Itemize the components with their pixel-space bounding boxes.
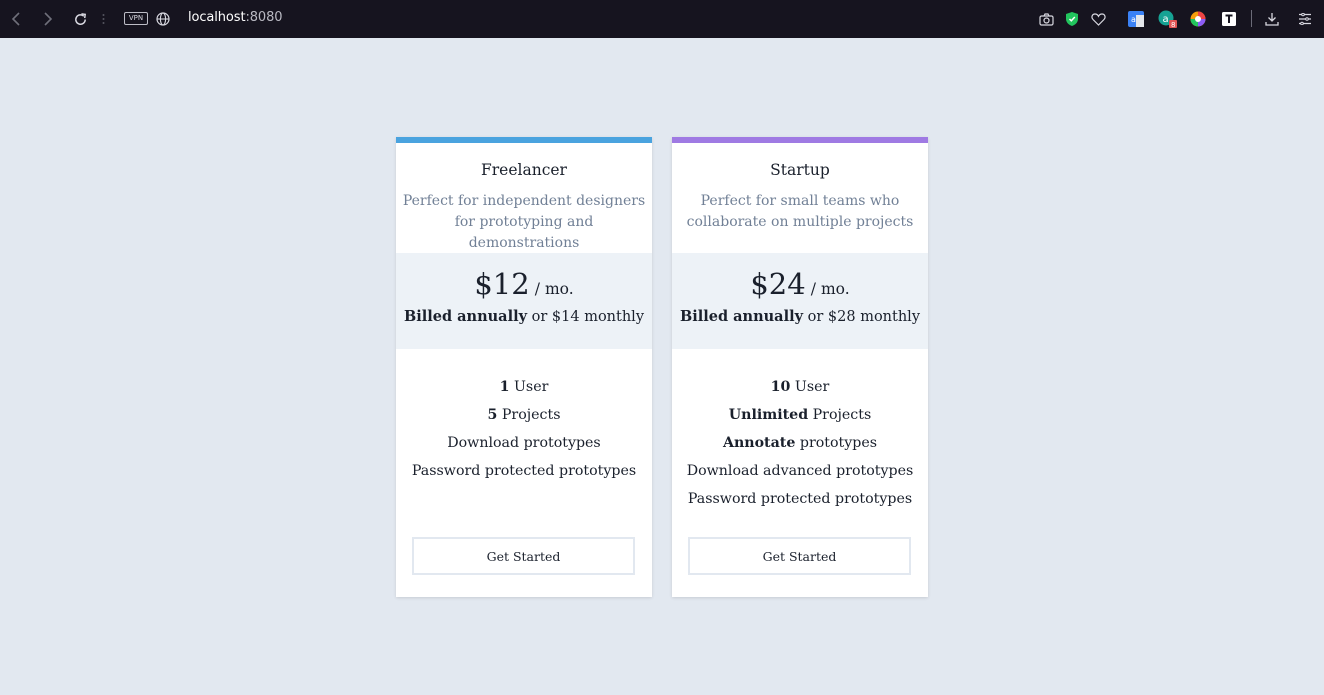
feature-list: 10 User Unlimited Projects Annotate prot… — [672, 373, 928, 513]
card-accent-bar — [396, 137, 652, 143]
plan-name: Startup — [770, 161, 830, 179]
plan-name: Freelancer — [481, 161, 567, 179]
more-dots-icon — [100, 0, 106, 38]
svg-text:a: a — [1131, 15, 1136, 24]
reader-icon[interactable] — [1221, 0, 1237, 38]
forward-icon[interactable] — [40, 0, 56, 38]
heart-icon[interactable] — [1090, 0, 1106, 38]
reload-icon[interactable] — [72, 0, 88, 38]
browser-toolbar: VPN localhost:8080 a a8 — [0, 0, 1324, 38]
globe-icon — [155, 0, 171, 38]
extension-icon[interactable]: a8 — [1158, 0, 1178, 38]
address-bar[interactable]: localhost:8080 — [188, 10, 283, 25]
url-port: :8080 — [245, 10, 283, 25]
url-host: localhost — [188, 10, 246, 25]
feature-item: Unlimited Projects — [728, 407, 872, 423]
translate-icon[interactable]: a — [1127, 0, 1145, 38]
menu-icon[interactable] — [1297, 0, 1313, 38]
color-wheel-icon[interactable] — [1189, 0, 1207, 38]
get-started-button[interactable]: Get Started — [412, 537, 635, 575]
camera-icon[interactable] — [1038, 0, 1054, 38]
toolbar-separator — [1251, 10, 1252, 27]
feature-item: Password protected prototypes — [411, 463, 637, 479]
feature-item: Download prototypes — [447, 435, 601, 451]
price-amount: $12 — [474, 267, 530, 301]
billing-note: Billed annually or $28 monthly — [672, 308, 928, 325]
billing-rest: or $28 monthly — [803, 309, 921, 325]
price-section: $24 / mo. Billed annually or $28 monthly — [672, 253, 928, 349]
plan-description: Perfect for independent designers for pr… — [402, 193, 646, 251]
get-started-button[interactable]: Get Started — [688, 537, 911, 575]
billing-rest: or $14 monthly — [527, 309, 645, 325]
pricing-card-startup: Startup Perfect for small teams who coll… — [672, 137, 928, 597]
feature-item: Password protected prototypes — [687, 491, 913, 507]
feature-item: 10 User — [770, 379, 830, 395]
price-period: / mo. — [810, 280, 850, 298]
feature-list: 1 User 5 Projects Download prototypes Pa… — [396, 373, 652, 485]
billing-note: Billed annually or $14 monthly — [396, 308, 652, 325]
price-section: $12 / mo. Billed annually or $14 monthly — [396, 253, 652, 349]
billing-strong: Billed annually — [679, 308, 804, 325]
feature-item: 5 Projects — [487, 407, 561, 423]
feature-item: Annotate prototypes — [722, 435, 878, 451]
price: $24 / mo. — [672, 267, 928, 301]
price-period: / mo. — [534, 280, 574, 298]
svg-text:a: a — [1163, 14, 1169, 25]
billing-strong: Billed annually — [403, 308, 528, 325]
back-icon[interactable] — [8, 0, 24, 38]
vpn-badge[interactable]: VPN — [124, 12, 148, 25]
svg-text:8: 8 — [1171, 21, 1175, 29]
price: $12 / mo. — [396, 267, 652, 301]
price-amount: $24 — [750, 267, 806, 301]
plan-description: Perfect for small teams who collaborate … — [686, 193, 914, 230]
pricing-card-freelancer: Freelancer Perfect for independent desig… — [396, 137, 652, 597]
card-accent-bar — [672, 137, 928, 143]
download-icon[interactable] — [1264, 0, 1280, 38]
feature-item: 1 User — [499, 379, 549, 395]
feature-item: Download advanced prototypes — [686, 463, 914, 479]
shield-icon[interactable] — [1064, 0, 1080, 38]
